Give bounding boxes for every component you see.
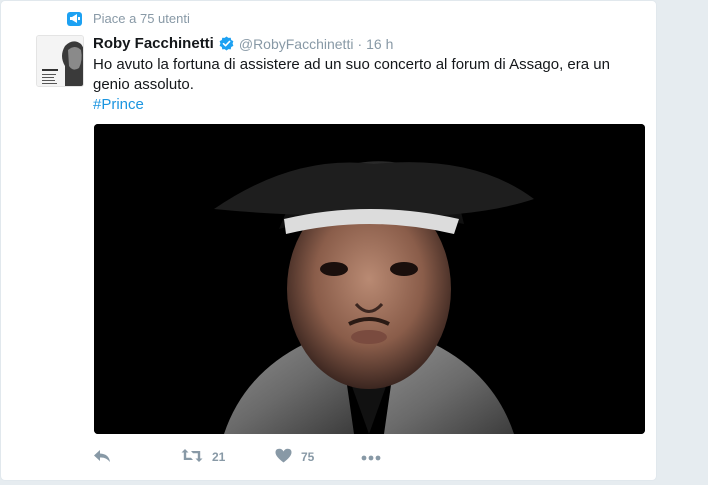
hashtag-link[interactable]: #Prince: [93, 95, 641, 115]
tweet-text: Ho avuto la fortuna di assistere ad un s…: [93, 55, 641, 115]
tweet-media-image[interactable]: [94, 124, 645, 434]
tweet-actions: 21 75: [93, 448, 381, 466]
social-context: Piace a 75 utenti: [67, 11, 190, 26]
author-handle[interactable]: @RobyFacchinetti: [239, 36, 354, 52]
retweet-icon: [181, 448, 203, 466]
retweet-button[interactable]: 21: [181, 448, 275, 466]
tweet-body: Ho avuto la fortuna di assistere ad un s…: [93, 56, 610, 93]
tweet-time[interactable]: 16 h: [366, 36, 393, 52]
avatar[interactable]: [36, 35, 84, 87]
tweet-card[interactable]: Piace a 75 utenti Roby Facchinetti @Roby…: [0, 0, 657, 481]
more-button[interactable]: [361, 450, 381, 464]
reply-button[interactable]: [93, 449, 181, 466]
separator: ·: [357, 35, 363, 52]
like-button[interactable]: 75: [275, 448, 361, 466]
verified-badge-icon: [219, 36, 234, 51]
social-context-text: Piace a 75 utenti: [93, 11, 190, 26]
reply-icon: [93, 449, 111, 466]
more-icon: [361, 450, 381, 464]
retweet-count: 21: [212, 450, 226, 464]
heart-icon: [275, 448, 292, 466]
like-count: 75: [301, 450, 315, 464]
author-name[interactable]: Roby Facchinetti: [93, 35, 214, 52]
tweet-header: Roby Facchinetti @RobyFacchinetti · 16 h: [93, 35, 393, 52]
megaphone-icon: [67, 11, 82, 26]
